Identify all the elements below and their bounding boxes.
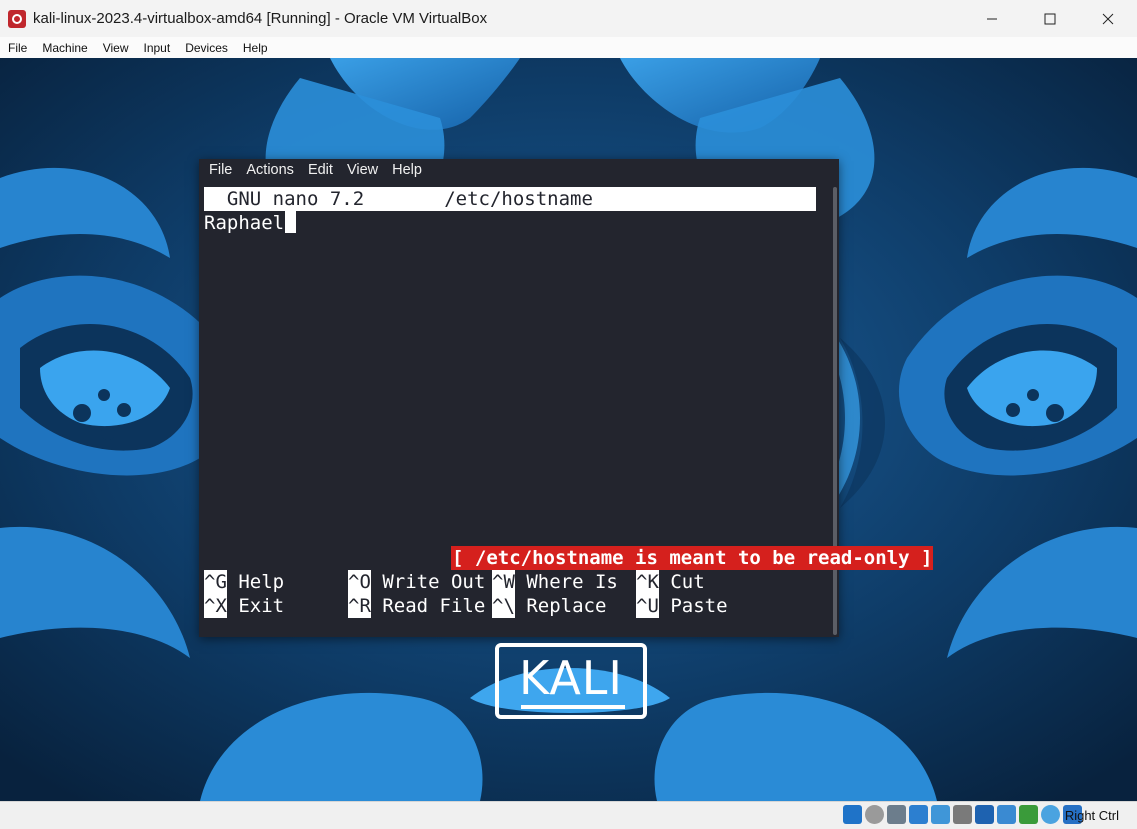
host-menu-machine[interactable]: Machine [34, 41, 94, 55]
kali-logo-text: KALI [518, 651, 624, 705]
maximize-icon [1044, 13, 1056, 24]
terminal-menu-help[interactable]: Help [385, 162, 429, 178]
recording-icon[interactable] [997, 805, 1016, 824]
nano-shortcuts-row-2: ^X Exit ^R Read File ^\ Replace ^U Paste [204, 594, 728, 618]
shortcut-key: ^O [348, 570, 371, 594]
minimize-button[interactable] [963, 0, 1021, 37]
window-title: kali-linux-2023.4-virtualbox-amd64 [Runn… [33, 10, 488, 27]
host-menu-view[interactable]: View [95, 41, 136, 55]
host-menu-file[interactable]: File [0, 41, 34, 55]
shortcut-label: Exit [226, 595, 285, 617]
shortcut-read-file[interactable]: ^R Read File [348, 594, 485, 618]
window-controls [963, 0, 1137, 37]
nano-file-content: Raphael [204, 212, 285, 234]
vm-status-bar: Right Ctrl [0, 801, 1137, 829]
kali-logo-underline [521, 705, 625, 709]
host-key-label: Right Ctrl [1064, 808, 1119, 823]
nano-status-message: [ /etc/hostname is meant to be read-only… [451, 546, 934, 570]
shortcut-label: Read File [370, 595, 486, 617]
optical-drive-icon[interactable] [865, 805, 884, 824]
terminal-menubar: File Actions Edit View Help [199, 159, 839, 181]
shortcut-help[interactable]: ^G Help [204, 570, 284, 594]
shortcut-key: ^R [348, 594, 371, 618]
nano-editor-line[interactable]: Raphael [204, 211, 297, 235]
shortcut-label: Cut [658, 571, 705, 593]
shortcut-label: Help [226, 571, 285, 593]
virtualbox-app-icon [8, 9, 26, 28]
shortcut-key: ^\ [492, 594, 515, 618]
terminal-menu-file[interactable]: File [202, 162, 239, 178]
terminal-menu-view[interactable]: View [340, 162, 385, 178]
close-icon [1102, 13, 1114, 24]
hard-disk-icon[interactable] [843, 805, 862, 824]
host-menu-help[interactable]: Help [235, 41, 275, 55]
shortcut-label: Where Is [514, 571, 618, 593]
terminal-window[interactable]: File Actions Edit View Help GNU nano 7.2… [199, 159, 934, 637]
shortcut-paste[interactable]: ^U Paste [636, 594, 728, 618]
terminal-menu-actions[interactable]: Actions [239, 162, 301, 178]
usb-icon[interactable] [931, 805, 950, 824]
nano-shortcuts-row-1: ^G Help ^O Write Out ^W Where Is ^K Cut [204, 570, 705, 594]
host-menubar: File Machine View Input Devices Help [0, 37, 1137, 59]
network-icon[interactable] [909, 805, 928, 824]
shortcut-where-is[interactable]: ^W Where Is [492, 570, 618, 594]
shortcut-replace[interactable]: ^\ Replace [492, 594, 606, 618]
minimize-icon [987, 18, 997, 19]
title-bar: kali-linux-2023.4-virtualbox-amd64 [Runn… [0, 0, 1137, 37]
terminal-menu-edit[interactable]: Edit [301, 162, 340, 178]
status-icons [843, 805, 1082, 824]
shortcut-key: ^X [204, 594, 227, 618]
nano-title-bar: GNU nano 7.2 /etc/hostname [204, 187, 816, 211]
kali-logo: KALI [495, 643, 647, 719]
host-menu-devices[interactable]: Devices [177, 41, 235, 55]
shortcut-key: ^U [636, 594, 659, 618]
mouse-integration-icon[interactable] [1041, 805, 1060, 824]
text-cursor [285, 211, 297, 233]
shortcut-write-out[interactable]: ^O Write Out [348, 570, 485, 594]
shortcut-key: ^W [492, 570, 515, 594]
audio-icon[interactable] [887, 805, 906, 824]
shortcut-key: ^G [204, 570, 227, 594]
shortcut-label: Replace [514, 595, 607, 617]
cpu-icon[interactable] [1019, 805, 1038, 824]
shared-folder-icon[interactable] [953, 805, 972, 824]
shortcut-key: ^K [636, 570, 659, 594]
shortcut-exit[interactable]: ^X Exit [204, 594, 284, 618]
host-menu-input[interactable]: Input [136, 41, 178, 55]
display-icon[interactable] [975, 805, 994, 824]
maximize-button[interactable] [1021, 0, 1079, 37]
shortcut-label: Paste [658, 595, 728, 617]
close-button[interactable] [1079, 0, 1137, 37]
shortcut-label: Write Out [370, 571, 486, 593]
shortcut-cut[interactable]: ^K Cut [636, 570, 705, 594]
vm-display[interactable]: File Actions Edit View Help GNU nano 7.2… [0, 58, 1137, 801]
